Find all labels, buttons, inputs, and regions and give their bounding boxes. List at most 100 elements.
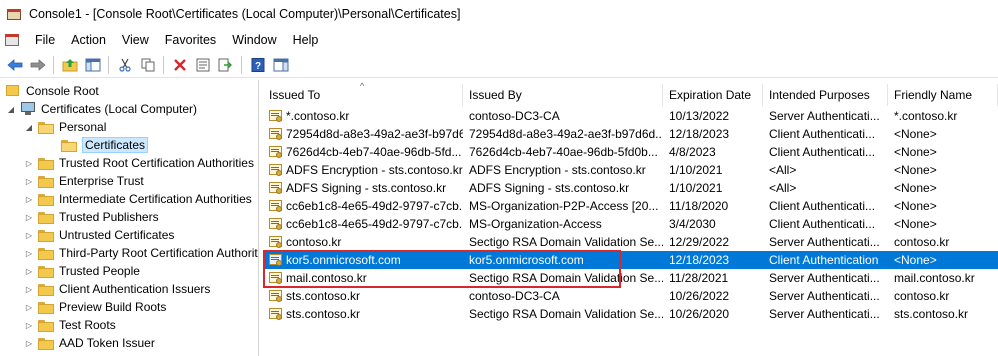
cell-intended-purposes: Server Authenticati... <box>769 235 880 249</box>
certificate-row[interactable]: cc6eb1c8-4e65-49d2-9797-c7cb... MS-Organi… <box>263 215 998 233</box>
column-header-friendly-name[interactable]: Friendly Name <box>888 84 998 106</box>
console-tree[interactable]: Console Root ◢ Certificates (Local Compu… <box>0 80 259 356</box>
tree-item-third-party-root-certification-authorities[interactable]: ▷ Third-Party Root Certification Authori… <box>24 244 258 262</box>
cell-expiration-date: 10/26/2020 <box>669 307 730 321</box>
certificate-row[interactable]: cc6eb1c8-4e65-49d2-9797-c7cb... MS-Organi… <box>263 197 998 215</box>
tree-item-intermediate-certification-authorities[interactable]: ▷ Intermediate Certification Authorities <box>24 190 252 208</box>
tree-item-personal[interactable]: ◢ Personal <box>24 118 106 136</box>
column-header-issued-to[interactable]: Issued To ^ <box>263 81 463 106</box>
svg-text:?: ? <box>254 61 260 72</box>
cell-expiration-date: 12/29/2022 <box>669 235 730 249</box>
chevron-down-icon[interactable]: ◢ <box>24 123 34 132</box>
chevron-right-icon[interactable]: ▷ <box>24 195 34 204</box>
cell-intended-purposes: Client Authenticati... <box>769 199 876 213</box>
cell-expiration-date: 11/28/2021 <box>669 271 729 285</box>
chevron-right-icon[interactable]: ▷ <box>24 159 34 168</box>
certificate-row[interactable]: sts.contoso.kr Sectigo RSA Domain Validat… <box>263 305 998 323</box>
help-icon[interactable]: ? <box>246 53 269 76</box>
chevron-right-icon[interactable]: ▷ <box>24 321 34 330</box>
export-list-icon[interactable] <box>214 53 237 76</box>
certificate-list[interactable]: Issued To ^ Issued By Expiration Date In… <box>263 80 998 356</box>
issued-to-text: sts.contoso.kr <box>286 307 361 321</box>
cell-intended-purposes: Server Authenticati... <box>769 307 880 321</box>
chevron-down-icon[interactable]: ◢ <box>6 105 16 114</box>
certificate-row[interactable]: ADFS Signing - sts.contoso.kr ADFS Signin… <box>263 179 998 197</box>
chevron-right-icon[interactable]: ▷ <box>24 249 34 258</box>
certificate-icon <box>268 307 284 321</box>
tree-item-trusted-publishers[interactable]: ▷ Trusted Publishers <box>24 208 159 226</box>
cell-expiration-date: 3/4/2030 <box>669 217 716 231</box>
tree-item-certificates-local-computer[interactable]: ◢ Certificates (Local Computer) <box>6 100 197 118</box>
tree-item-test-roots[interactable]: ▷ Test Roots <box>24 316 116 334</box>
chevron-right-icon[interactable]: ▷ <box>24 339 34 348</box>
certificate-row[interactable]: mail.contoso.kr Sectigo RSA Domain Valida… <box>263 269 998 287</box>
tree-item-enterprise-trust[interactable]: ▷ Enterprise Trust <box>24 172 144 190</box>
tree-item-label: Trusted People <box>59 264 140 278</box>
forward-arrow-icon[interactable] <box>26 53 49 76</box>
menu-help[interactable]: Help <box>285 29 327 51</box>
folder-icon <box>38 301 54 314</box>
cell-expiration-date: 11/18/2020 <box>669 199 729 213</box>
cell-issued-by: contoso-DC3-CA <box>469 109 560 123</box>
cell-issued-by: kor5.onmicrosoft.com <box>469 253 584 267</box>
certificate-row[interactable]: contoso.kr Sectigo RSA Domain Validation … <box>263 233 998 251</box>
tree-item-certificates[interactable]: Certificates <box>61 136 149 154</box>
column-header-intended-purposes[interactable]: Intended Purposes <box>763 84 888 106</box>
tree-item-trusted-people[interactable]: ▷ Trusted People <box>24 262 140 280</box>
menu-window[interactable]: Window <box>224 29 284 51</box>
cell-friendly-name: contoso.kr <box>894 235 950 249</box>
menu-bar: File Action View Favorites Window Help <box>0 29 998 51</box>
tree-item-preview-build-roots[interactable]: ▷ Preview Build Roots <box>24 298 166 316</box>
chevron-right-icon[interactable]: ▷ <box>24 177 34 186</box>
folder-icon <box>38 337 54 350</box>
properties-icon[interactable] <box>191 53 214 76</box>
cell-issued-by: 72954d8d-a8e3-49a2-ae3f-b97d6d... <box>469 127 663 141</box>
chevron-right-icon[interactable]: ▷ <box>24 285 34 294</box>
certificate-row[interactable]: sts.contoso.kr contoso-DC3-CA 10/26/2022 Se… <box>263 287 998 305</box>
certificate-icon <box>268 109 284 123</box>
delete-icon[interactable] <box>168 53 191 76</box>
certificate-row[interactable]: kor5.onmicrosoft.com kor5.onmicrosoft.com… <box>263 251 998 269</box>
tree-item-label: Trusted Publishers <box>59 210 159 224</box>
folder-icon <box>38 193 54 206</box>
back-arrow-icon[interactable] <box>3 53 26 76</box>
cell-intended-purposes: Server Authenticati... <box>769 109 880 123</box>
tree-item-console-root[interactable]: Console Root <box>5 82 99 100</box>
chevron-right-icon[interactable]: ▷ <box>24 213 34 222</box>
chevron-right-icon[interactable]: ▷ <box>24 267 34 276</box>
column-header-expiration-date[interactable]: Expiration Date <box>663 84 763 106</box>
system-menu-icon[interactable] <box>5 33 21 47</box>
menu-file[interactable]: File <box>27 29 63 51</box>
copy-icon[interactable] <box>136 53 159 76</box>
show-hide-tree-icon[interactable] <box>81 53 104 76</box>
chevron-right-icon[interactable]: ▷ <box>24 231 34 240</box>
cut-icon[interactable] <box>113 53 136 76</box>
cell-issued-by: ADFS Signing - sts.contoso.kr <box>469 181 630 195</box>
cell-friendly-name: <None> <box>894 145 937 159</box>
cell-issued-to: cc6eb1c8-4e65-49d2-9797-c7cb... <box>263 199 463 213</box>
menu-favorites[interactable]: Favorites <box>157 29 224 51</box>
certificate-row[interactable]: 7626d4cb-4eb7-40ae-96db-5fd... 7626d4cb-4… <box>263 143 998 161</box>
column-header-issued-by[interactable]: Issued By <box>463 84 663 106</box>
certificate-row[interactable]: *.contoso.kr contoso-DC3-CA 10/13/2022 Serv… <box>263 107 998 125</box>
show-hide-action-pane-icon[interactable] <box>269 53 292 76</box>
cell-expiration-date: 4/8/2023 <box>669 145 716 159</box>
tree-item-aad-token-issuer[interactable]: ▷ AAD Token Issuer <box>24 334 155 352</box>
certificate-icon <box>268 253 284 267</box>
certificate-row[interactable]: 72954d8d-a8e3-49a2-ae3f-b97d6... 72954d8d… <box>263 125 998 143</box>
menu-action[interactable]: Action <box>63 29 114 51</box>
cell-friendly-name: *.contoso.kr <box>894 109 958 123</box>
cell-intended-purposes: Client Authenticati... <box>769 217 876 231</box>
issued-to-text: *.contoso.kr <box>286 109 350 123</box>
up-folder-icon[interactable] <box>58 53 81 76</box>
tree-item-trusted-root-certification-authorities[interactable]: ▷ Trusted Root Certification Authorities <box>24 154 254 172</box>
chevron-right-icon[interactable]: ▷ <box>24 303 34 312</box>
certificate-row[interactable]: ADFS Encryption - sts.contoso.kr ADFS Enc… <box>263 161 998 179</box>
certificate-rows: *.contoso.kr contoso-DC3-CA 10/13/2022 Serv… <box>263 107 998 323</box>
tree-item-untrusted-certificates[interactable]: ▷ Untrusted Certificates <box>24 226 174 244</box>
menu-view[interactable]: View <box>114 29 157 51</box>
column-header-label: Intended Purposes <box>769 88 870 102</box>
folder-icon <box>38 121 54 134</box>
tree-item-label: Personal <box>59 120 107 134</box>
tree-item-client-authentication-issuers[interactable]: ▷ Client Authentication Issuers <box>24 280 211 298</box>
